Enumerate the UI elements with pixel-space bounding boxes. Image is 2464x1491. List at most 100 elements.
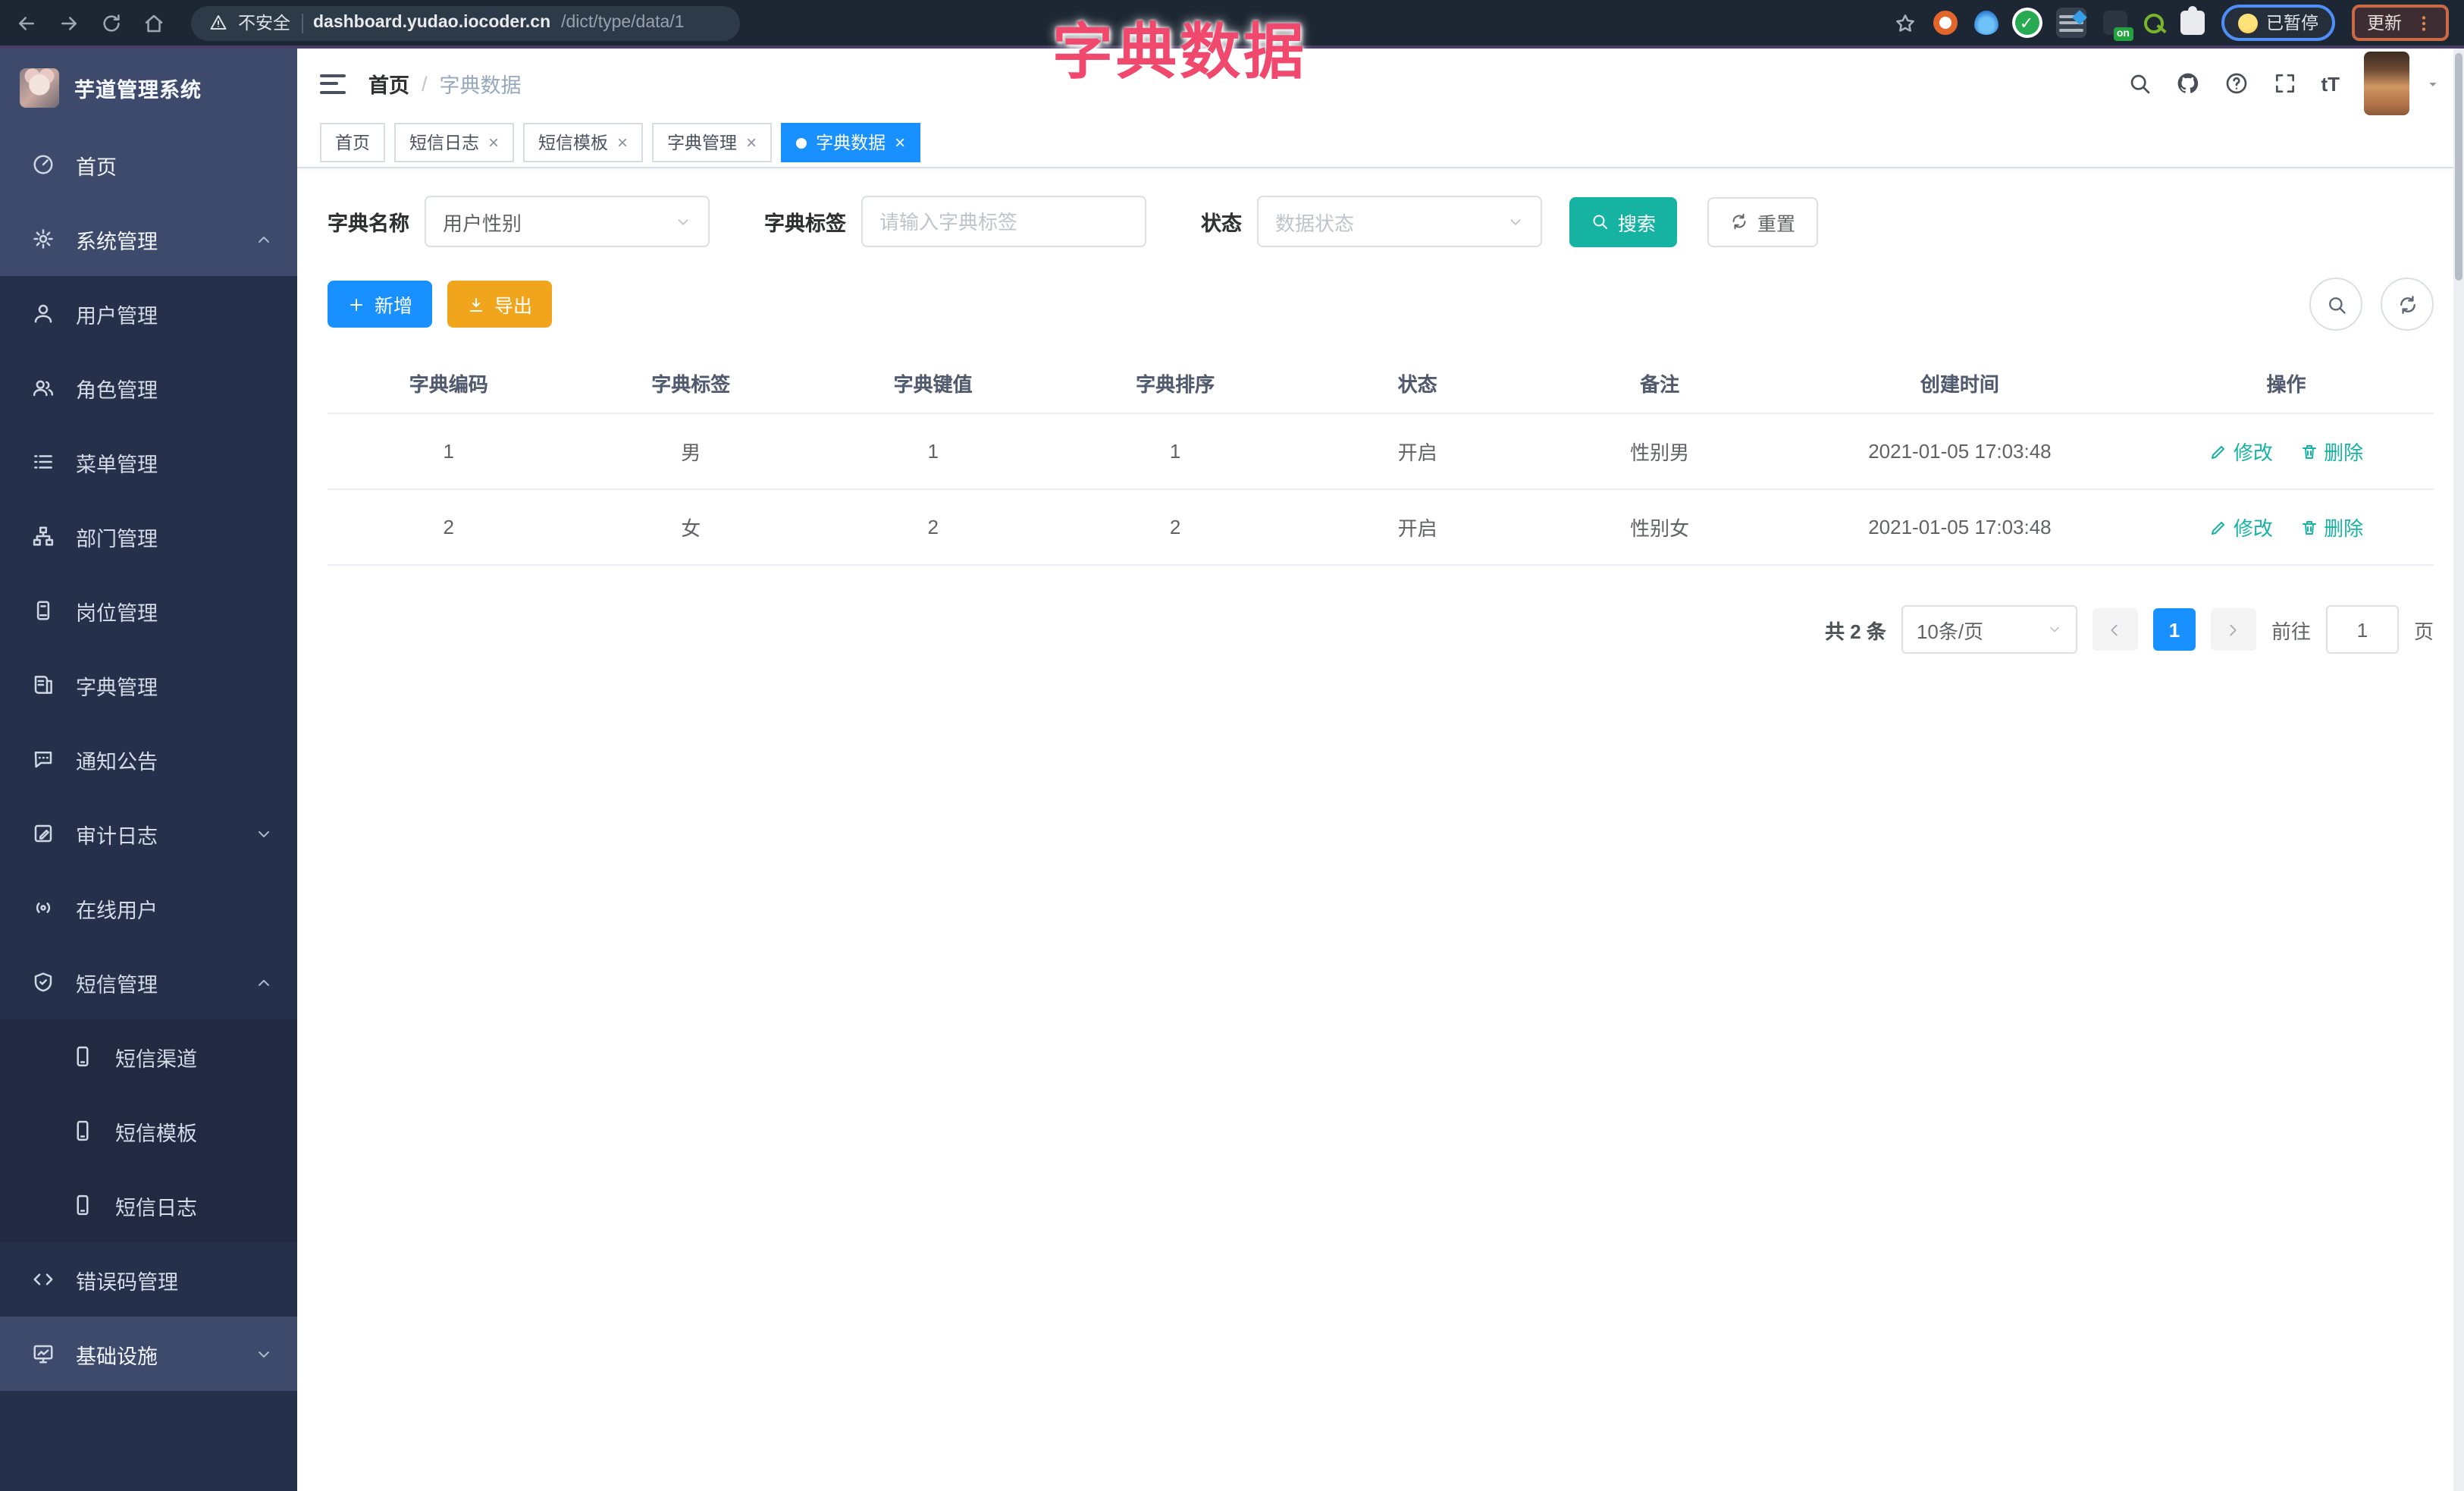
scrollbar-thumb[interactable] xyxy=(2455,53,2462,281)
cell-sort: 2 xyxy=(1054,489,1296,566)
bookmark-star-icon[interactable] xyxy=(1893,11,1916,34)
page-scrollbar[interactable] xyxy=(2453,49,2464,1491)
sidebar-item-error-code-mgmt[interactable]: 错误码管理 xyxy=(0,1242,297,1317)
next-page-button[interactable] xyxy=(2210,608,2256,651)
sidebar-item-home[interactable]: 首页 xyxy=(0,127,297,202)
tab-sms-log[interactable]: 短信日志 × xyxy=(394,123,515,162)
sidebar-item-label: 短信渠道 xyxy=(115,1047,197,1070)
tab-close-icon[interactable]: × xyxy=(488,133,499,152)
dict-tag-input[interactable] xyxy=(861,196,1146,247)
user-avatar[interactable] xyxy=(2364,52,2409,115)
sidebar-item-label: 审计日志 xyxy=(76,824,158,847)
sidebar-item-notice[interactable]: 通知公告 xyxy=(0,722,297,796)
search-icon xyxy=(2325,293,2346,315)
sidebar-item-system-mgmt[interactable]: 系统管理 xyxy=(0,202,297,276)
sidebar-item-sms-channel[interactable]: 短信渠道 xyxy=(0,1019,297,1094)
extension-on-icon[interactable]: on xyxy=(2102,11,2133,41)
sidebar-item-dict-mgmt[interactable]: 字典管理 xyxy=(0,648,297,722)
chevron-left-icon xyxy=(2107,621,2124,638)
sidebar-item-post-mgmt[interactable]: 岗位管理 xyxy=(0,573,297,648)
delete-link[interactable]: 删除 xyxy=(2299,513,2363,541)
tab-label: 首页 xyxy=(335,135,370,153)
security-label: 不安全 xyxy=(238,15,290,33)
pagination: 共 2 条 10条/页 1 前往 页 xyxy=(328,605,2434,654)
browser-menu-kebab-icon[interactable] xyxy=(2414,13,2434,33)
page-size-select[interactable]: 10条/页 xyxy=(1901,605,2077,654)
sidebar-item-sms-mgmt[interactable]: 短信管理 xyxy=(0,945,297,1019)
sidebar-item-sms-template[interactable]: 短信模板 xyxy=(0,1094,297,1168)
tab-dict-mgmt[interactable]: 字典管理 × xyxy=(652,123,773,162)
browser-back-icon[interactable] xyxy=(15,11,38,34)
profile-paused-chip[interactable]: 已暂停 xyxy=(2221,5,2335,41)
edit-link[interactable]: 修改 xyxy=(2209,437,2273,466)
address-bar[interactable]: 不安全 dashboard.yudao.iocoder.cn /dict/typ… xyxy=(191,5,740,40)
sidebar-toggle-icon[interactable] xyxy=(320,74,346,93)
on-badge: on xyxy=(2113,27,2133,41)
browser-update-button[interactable]: 更新 xyxy=(2352,5,2449,41)
edit-link[interactable]: 修改 xyxy=(2209,513,2273,541)
filter-form: 字典名称 用户性别 字典标签 状态 数据状态 xyxy=(328,196,2434,247)
id-badge-icon xyxy=(32,599,55,622)
browser-forward-icon[interactable] xyxy=(58,11,80,34)
screen: 不安全 dashboard.yudao.iocoder.cn /dict/typ… xyxy=(0,0,2464,1491)
export-button[interactable]: 导出 xyxy=(447,281,553,328)
shield-check-icon xyxy=(32,971,55,993)
col-header-value: 字典键值 xyxy=(811,352,1055,414)
trash-icon xyxy=(2299,518,2318,536)
tab-close-icon[interactable]: × xyxy=(895,133,905,152)
breadcrumb-home[interactable]: 首页 xyxy=(368,68,409,99)
fullscreen-icon[interactable] xyxy=(2272,71,2296,96)
cell-created: 2021-01-05 17:03:48 xyxy=(1780,413,2140,490)
tab-dict-data[interactable]: 字典数据 × xyxy=(781,123,921,162)
org-tree-icon xyxy=(32,525,55,548)
tab-close-icon[interactable]: × xyxy=(746,133,757,152)
search-button[interactable]: 搜索 xyxy=(1569,196,1678,246)
sidebar-item-dept-mgmt[interactable]: 部门管理 xyxy=(0,499,297,573)
extension-sliders-icon[interactable] xyxy=(2055,8,2086,38)
sidebar-item-infrastructure[interactable]: 基础设施 xyxy=(0,1317,297,1391)
sidebar-item-sms-log[interactable]: 短信日志 xyxy=(0,1168,297,1242)
font-size-icon[interactable]: tT xyxy=(2321,72,2340,95)
refresh-table-button[interactable] xyxy=(2381,278,2434,331)
tab-home[interactable]: 首页 xyxy=(320,123,385,162)
profile-avatar-emoji xyxy=(2237,13,2257,33)
extension-orange-icon[interactable] xyxy=(1933,11,1957,35)
cell-value: 1 xyxy=(811,413,1055,490)
toggle-search-button[interactable] xyxy=(2309,278,2362,331)
extension-check-icon[interactable]: ✓ xyxy=(2014,11,2039,35)
extension-drop-icon[interactable] xyxy=(1973,11,1998,35)
extensions-puzzle-icon[interactable] xyxy=(2180,6,2204,35)
dict-name-select[interactable]: 用户性别 xyxy=(425,196,710,247)
current-page-button[interactable]: 1 xyxy=(2152,608,2196,651)
cell-status: 开启 xyxy=(1296,489,1539,566)
edit-pencil-icon xyxy=(2209,518,2227,536)
extension-key-icon[interactable] xyxy=(2143,13,2163,33)
phone-icon xyxy=(71,1119,94,1142)
tab-sms-template[interactable]: 短信模板 × xyxy=(523,123,644,162)
code-icon xyxy=(32,1268,55,1291)
help-icon[interactable] xyxy=(2224,71,2248,96)
prev-page-button[interactable] xyxy=(2092,608,2138,651)
delete-link[interactable]: 删除 xyxy=(2299,437,2363,466)
sidebar-item-audit-log[interactable]: 审计日志 xyxy=(0,796,297,871)
sidebar-logo[interactable]: 芋道管理系统 xyxy=(0,49,297,127)
browser-reload-icon[interactable] xyxy=(100,11,123,34)
sidebar-item-label: 通知公告 xyxy=(76,750,158,773)
sidebar-item-label: 用户管理 xyxy=(76,304,158,327)
add-button[interactable]: 新增 xyxy=(328,281,433,328)
tab-close-icon[interactable]: × xyxy=(617,133,628,152)
search-icon[interactable] xyxy=(2127,71,2151,96)
sidebar-item-menu-mgmt[interactable]: 菜单管理 xyxy=(0,425,297,499)
sidebar-item-role-mgmt[interactable]: 角色管理 xyxy=(0,350,297,425)
status-select[interactable]: 数据状态 xyxy=(1257,196,1542,247)
dictionary-book-icon xyxy=(32,673,55,696)
avatar-caret-down-icon[interactable] xyxy=(2425,75,2441,92)
browser-home-icon[interactable] xyxy=(143,11,165,34)
goto-page-input[interactable] xyxy=(2325,605,2399,654)
github-icon[interactable] xyxy=(2175,71,2199,96)
sidebar-item-online-users[interactable]: 在线用户 xyxy=(0,871,297,945)
phone-icon xyxy=(71,1194,94,1216)
reset-button[interactable]: 重置 xyxy=(1707,196,1819,246)
download-icon xyxy=(467,295,485,313)
sidebar-item-user-mgmt[interactable]: 用户管理 xyxy=(0,276,297,350)
